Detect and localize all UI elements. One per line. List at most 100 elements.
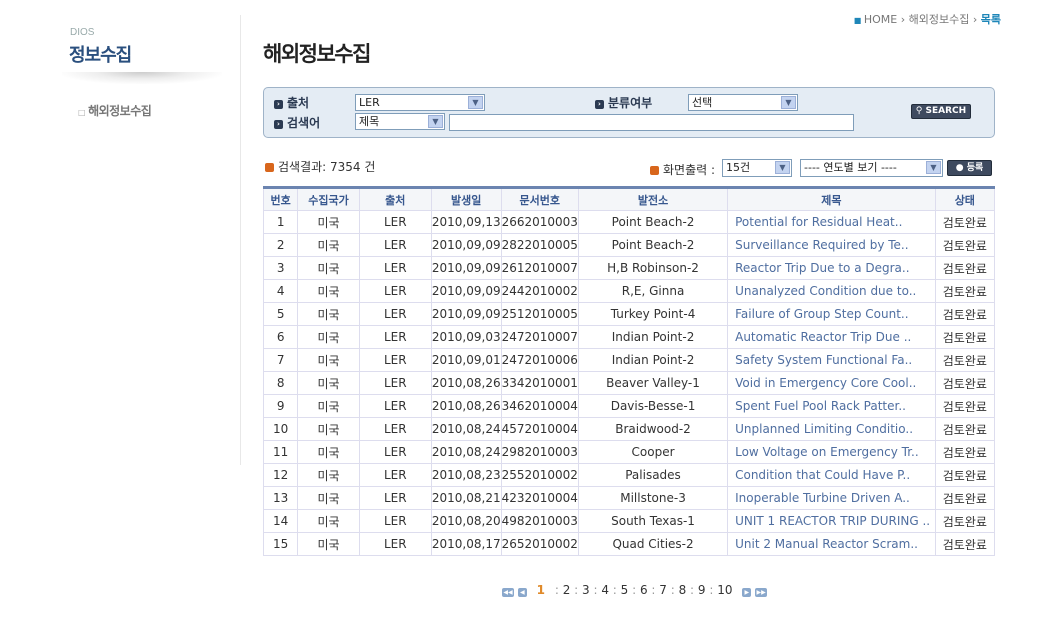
cell-row-number: 3: [262, 256, 299, 280]
cell-country: 미국: [297, 233, 360, 257]
cell-date: 2010,08,26: [430, 371, 502, 395]
cell-title-link[interactable]: UNIT 1 REACTOR TRIP DURING ..: [727, 509, 936, 533]
table-row: 11 미국 LER 2010,08,24 2982010003 Cooper Low Vol…: [262, 440, 996, 464]
search-button[interactable]: ⚲ SEARCH: [911, 104, 971, 119]
year-filter-select[interactable]: ---- 연도별 보기 ---- ▼: [800, 159, 943, 177]
cell-date: 2010,08,26: [430, 394, 502, 418]
cell-status: 검토완료: [934, 463, 996, 487]
table-row: 9 미국 LER 2010,08,26 3462010004 Davis-Besse-1 S…: [262, 394, 996, 418]
table-row: 10 미국 LER 2010,08,24 4572010004 Braidwood-2 Un…: [262, 417, 996, 441]
cell-source: LER: [358, 279, 432, 303]
chevron-down-icon: ▼: [428, 115, 443, 128]
table-header-row: 번호 수집국가 출처 발생일 문서번호 발전소 제목 상태: [262, 187, 996, 211]
cell-date: 2010,09,03: [430, 325, 502, 349]
arrow-icon: ›: [274, 100, 283, 109]
arrow-icon: [650, 166, 659, 175]
cell-country: 미국: [297, 394, 360, 418]
cell-doc-number: 4232010004: [500, 486, 579, 510]
prev-page-icon[interactable]: ◀: [517, 588, 527, 597]
last-page-icon[interactable]: ▶▶: [755, 588, 768, 597]
page-separator: :: [666, 583, 679, 597]
cell-doc-number: 2982010003: [500, 440, 579, 464]
cell-row-number: 13: [262, 486, 299, 510]
cell-plant: Quad Cities-2: [577, 532, 729, 556]
page-link[interactable]: 3: [582, 583, 590, 597]
column-header: 출처: [358, 187, 432, 211]
page-link[interactable]: 9: [698, 583, 706, 597]
classification-label: › 분류여부: [595, 94, 652, 111]
cell-title-link[interactable]: Unplanned Limiting Conditio..: [727, 417, 936, 441]
page-link[interactable]: 10: [717, 583, 732, 597]
cell-date: 2010,09,09: [430, 233, 502, 257]
cell-title-link[interactable]: Safety System Functional Fa..: [727, 348, 936, 372]
breadcrumb-section[interactable]: 해외정보수집: [909, 13, 970, 26]
cell-title-link[interactable]: Low Voltage on Emergency Tr..: [727, 440, 936, 464]
keyword-input[interactable]: [449, 114, 854, 131]
arrow-icon: ›: [595, 100, 604, 109]
cell-row-number: 15: [262, 532, 299, 556]
cell-title-link[interactable]: Unit 2 Manual Reactor Scram..: [727, 532, 936, 556]
register-button[interactable]: ● 등록: [947, 160, 992, 176]
first-page-icon[interactable]: ◀◀: [502, 588, 514, 597]
page-separator: :: [705, 583, 718, 597]
cell-date: 2010,09,01: [430, 348, 502, 372]
table-row: 1 미국 LER 2010,09,13 2662010003 Point Beach-2 P…: [262, 210, 996, 234]
cell-title-link[interactable]: Automatic Reactor Trip Due ..: [727, 325, 936, 349]
breadcrumb: ■ HOME › 해외정보수집 › 목록: [853, 13, 1001, 26]
keyword-label: › 검색어: [274, 114, 320, 131]
table-row: 4 미국 LER 2010,09,09 2442010002 R,E, Ginna Unan…: [262, 279, 996, 303]
cell-title-link[interactable]: Reactor Trip Due to a Degra..: [727, 256, 936, 280]
chevron-down-icon: ▼: [468, 96, 483, 109]
cell-title-link[interactable]: Inoperable Turbine Driven A..: [727, 486, 936, 510]
search-icon: ⚲: [915, 106, 926, 116]
cell-country: 미국: [297, 210, 360, 234]
sidebar-divider-line: [240, 15, 241, 465]
table-row: 14 미국 LER 2010,08,20 4982010003 South Texas-1…: [262, 509, 996, 533]
cell-country: 미국: [297, 486, 360, 510]
cell-plant: Indian Point-2: [577, 348, 729, 372]
cell-doc-number: 2652010002: [500, 532, 579, 556]
page-separator: :: [570, 583, 582, 597]
keyword-field-select[interactable]: 제목 ▼: [355, 113, 445, 130]
chevron-down-icon: ▼: [781, 96, 796, 109]
cell-title-link[interactable]: Void in Emergency Core Cool..: [727, 371, 936, 395]
cell-title-link[interactable]: Unanalyzed Condition due to..: [727, 279, 936, 303]
classification-select[interactable]: 선택 ▼: [688, 94, 798, 111]
cell-status: 검토완료: [934, 509, 996, 533]
next-page-icon[interactable]: ▶: [742, 588, 752, 597]
cell-row-number: 2: [262, 233, 299, 257]
cell-title-link[interactable]: Failure of Group Step Count..: [727, 302, 936, 326]
table-row: 15 미국 LER 2010,08,17 2652010002 Quad Cities-2…: [262, 532, 996, 556]
display-count-select[interactable]: 15건 ▼: [722, 159, 792, 177]
cell-plant: Point Beach-2: [577, 210, 729, 234]
cell-country: 미국: [297, 440, 360, 464]
cell-country: 미국: [297, 417, 360, 441]
cell-source: LER: [358, 302, 432, 326]
page-link[interactable]: 7: [659, 583, 667, 597]
cell-title-link[interactable]: Potential for Residual Heat..: [727, 210, 936, 234]
cell-doc-number: 3342010001: [500, 371, 579, 395]
page-link[interactable]: 6: [640, 583, 648, 597]
cell-status: 검토완료: [934, 440, 996, 464]
source-select[interactable]: LER ▼: [355, 94, 485, 111]
cell-date: 2010,09,09: [430, 302, 502, 326]
search-panel: › 출처 LER ▼ › 분류여부 선택 ▼ › 검색어 제목 ▼ ⚲ SEARCH: [263, 87, 995, 138]
cell-title-link[interactable]: Condition that Could Have P..: [727, 463, 936, 487]
cell-country: 미국: [297, 509, 360, 533]
pagination: ◀◀ ◀ 1 : 2 : 3 : 4 : 5 : 6 : 7 : 8 : 9 :…: [502, 583, 768, 597]
table-row: 12 미국 LER 2010,08,23 2552010002 Palisades Cond…: [262, 463, 996, 487]
breadcrumb-home[interactable]: HOME: [864, 13, 897, 26]
cell-date: 2010,08,17: [430, 532, 502, 556]
sidebar-item-overseas-info[interactable]: □ 해외정보수집: [78, 102, 152, 119]
cell-country: 미국: [297, 532, 360, 556]
cell-title-link[interactable]: Surveillance Required by Te..: [727, 233, 936, 257]
cell-date: 2010,08,20: [430, 509, 502, 533]
cell-status: 검토완료: [934, 348, 996, 372]
page-link[interactable]: 4: [601, 583, 609, 597]
cell-plant: Cooper: [577, 440, 729, 464]
cell-country: 미국: [297, 302, 360, 326]
page-separator: :: [628, 583, 640, 597]
cell-status: 검토완료: [934, 325, 996, 349]
table-row: 7 미국 LER 2010,09,01 2472010006 Indian Point-2…: [262, 348, 996, 372]
cell-title-link[interactable]: Spent Fuel Pool Rack Patter..: [727, 394, 936, 418]
